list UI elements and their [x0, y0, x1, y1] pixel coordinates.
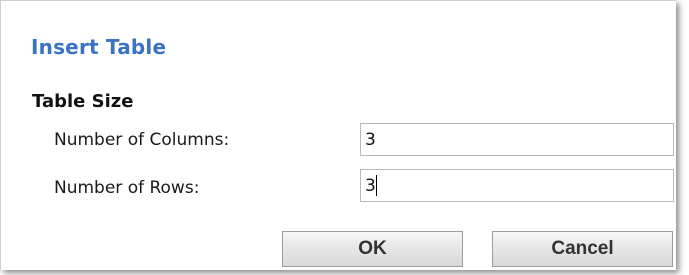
table-size-heading: Table Size [32, 91, 134, 112]
columns-input[interactable] [360, 123, 674, 156]
ok-button[interactable]: OK [282, 231, 463, 267]
rows-input[interactable] [360, 169, 674, 202]
rows-label: Number of Rows: [54, 178, 200, 198]
insert-table-dialog: Insert Table Table Size Number of Column… [0, 0, 676, 270]
dialog-title: Insert Table [31, 35, 167, 59]
columns-label: Number of Columns: [54, 130, 230, 150]
cancel-button[interactable]: Cancel [492, 231, 673, 267]
text-caret [376, 175, 377, 196]
